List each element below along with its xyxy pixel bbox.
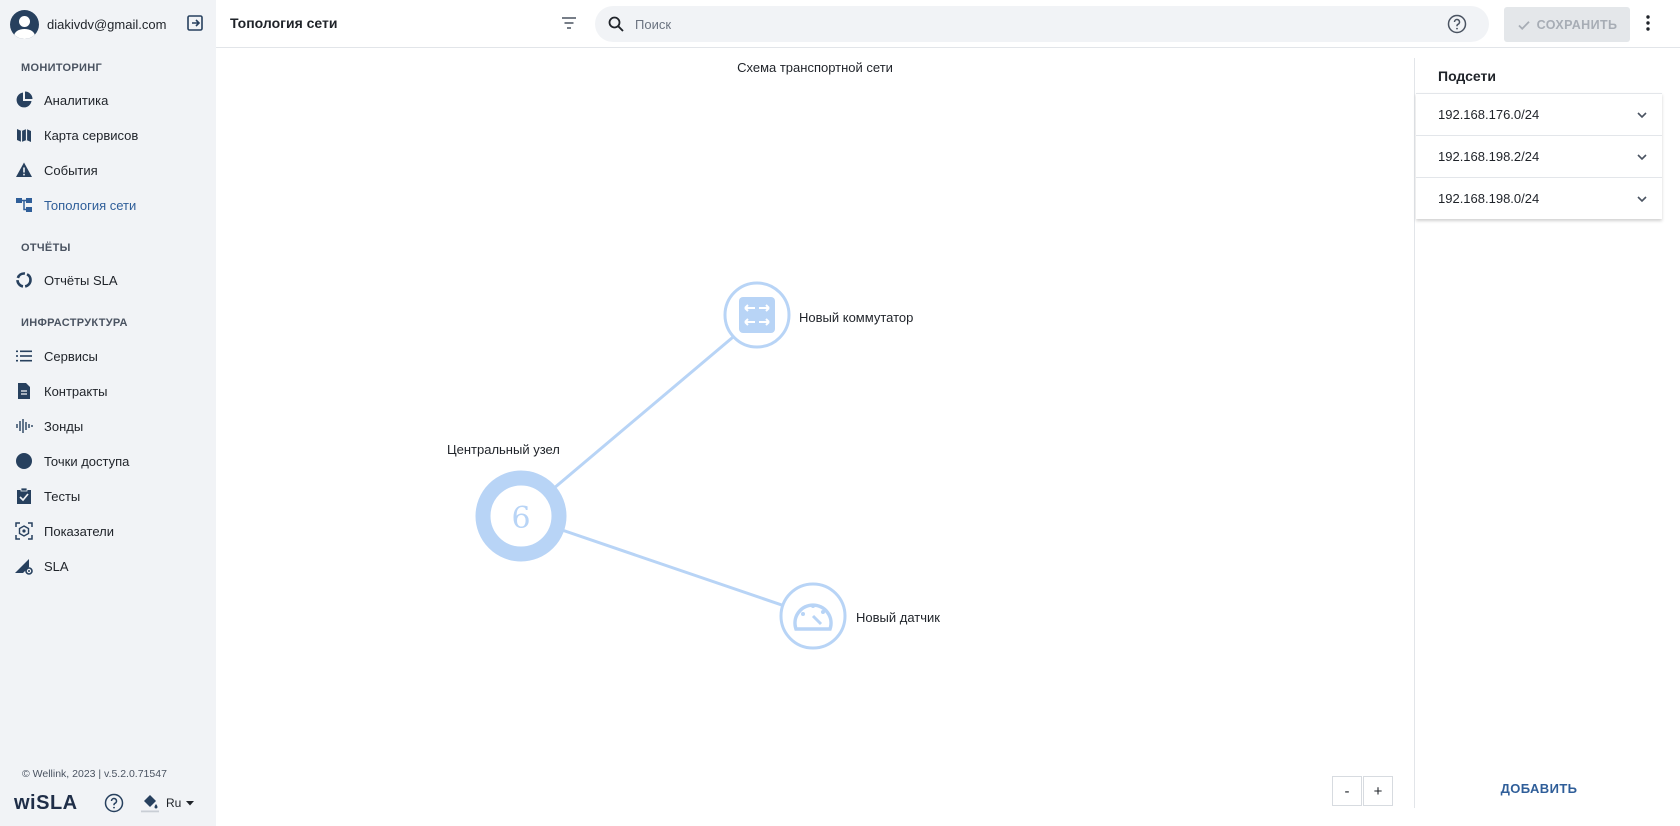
sidebar-item-sla-reports[interactable]: Отчёты SLA (14, 266, 209, 294)
subnet-label: 192.168.198.0/24 (1438, 191, 1540, 206)
section-title-reports: ОТЧЁТЫ (21, 242, 71, 254)
topology-icon (14, 195, 34, 215)
sidebar-item-service-map[interactable]: Карта сервисов (14, 121, 209, 149)
chevron-down-icon[interactable] (1636, 193, 1648, 205)
sidebar-item-contracts[interactable]: Контракты (14, 377, 209, 405)
sidebar-item-access-points[interactable]: Точки доступа (14, 447, 209, 475)
node-sensor[interactable] (779, 582, 847, 650)
edge-central-switch (520, 314, 759, 518)
list-icon (14, 346, 34, 366)
copyright-text: © Wellink, 2023 | v.5.2.0.71547 (22, 768, 167, 780)
language-label: Ru (166, 796, 182, 810)
search-bar (595, 6, 1489, 42)
map-icon (14, 125, 34, 145)
topology-canvas[interactable]: Схема транспортной сети 6 Центральный уз… (216, 48, 1414, 826)
warning-icon (14, 160, 34, 180)
chevron-down-icon[interactable] (1636, 151, 1648, 163)
panel-divider (1414, 58, 1415, 808)
sidebar-item-label: Показатели (44, 523, 114, 539)
sidebar-item-metrics[interactable]: Показатели (14, 517, 209, 545)
subnets-panel: Подсети 192.168.176.0/24 192.168.198.2/2… (1416, 48, 1662, 826)
more-vertical-icon[interactable] (1644, 14, 1652, 37)
search-icon (607, 15, 625, 38)
sidebar-item-label: SLA (44, 558, 69, 574)
avatar[interactable] (10, 9, 39, 39)
help-icon[interactable] (1447, 14, 1467, 39)
sidebar-item-events[interactable]: События (14, 156, 209, 184)
sidebar-item-analytics[interactable]: Аналитика (14, 86, 209, 114)
node-central-count: 6 (511, 501, 530, 536)
node-central[interactable]: 6 (475, 470, 567, 562)
sidebar-item-network-topology[interactable]: Топология сети (14, 191, 209, 219)
sidebar: diakivdv@gmail.com МОНИТОРИНГ Аналитика … (0, 0, 216, 826)
sidebar-item-label: Сервисы (44, 348, 98, 364)
help-icon[interactable] (104, 793, 124, 818)
caret-down-icon (186, 801, 195, 806)
sidebar-item-label: События (44, 162, 98, 178)
waveform-icon (14, 416, 34, 436)
edge-central-sensor (520, 514, 815, 618)
switch-icon (739, 297, 775, 333)
panel-title: Подсети (1438, 68, 1496, 84)
document-icon (14, 381, 34, 401)
filter-icon[interactable] (560, 14, 578, 37)
subnet-item[interactable]: 192.168.198.2/24 (1416, 135, 1662, 177)
subnet-label: 192.168.176.0/24 (1438, 107, 1540, 122)
sidebar-item-label: Контракты (44, 383, 108, 399)
search-input[interactable] (635, 6, 1415, 42)
sidebar-item-label: Карта сервисов (44, 127, 139, 143)
sidebar-item-services[interactable]: Сервисы (14, 342, 209, 370)
subnet-label: 192.168.198.2/24 (1438, 149, 1540, 164)
section-title-monitoring: МОНИТОРИНГ (21, 62, 102, 74)
metrics-icon (14, 521, 34, 541)
subnet-item[interactable]: 192.168.198.0/24 (1416, 177, 1662, 219)
zoom-in-button[interactable]: + (1363, 776, 1393, 806)
add-subnet-button[interactable]: ДОБАВИТЬ (1416, 781, 1662, 796)
save-button[interactable]: СОХРАНИТЬ (1504, 7, 1630, 42)
paint-bucket-icon[interactable] (140, 793, 160, 818)
sidebar-item-label: Отчёты SLA (44, 272, 118, 288)
sidebar-item-label: Тесты (44, 488, 81, 504)
section-title-infrastructure: ИНФРАСТРУКТУРА (21, 317, 128, 329)
node-switch-label: Новый коммутатор (799, 310, 914, 325)
sidebar-item-label: Аналитика (44, 92, 109, 108)
user-profile[interactable]: diakivdv@gmail.com (10, 9, 210, 39)
dot-icon (14, 451, 34, 471)
language-selector[interactable]: Ru (166, 796, 195, 810)
sidebar-item-probes[interactable]: Зонды (14, 412, 209, 440)
clipboard-check-icon (14, 486, 34, 506)
page-title: Топология сети (230, 15, 338, 31)
node-switch[interactable] (723, 281, 791, 349)
subnet-list: 192.168.176.0/24 192.168.198.2/24 192.16… (1416, 93, 1662, 219)
subnet-item[interactable]: 192.168.176.0/24 (1416, 93, 1662, 135)
sla-gear-icon (14, 556, 34, 576)
sidebar-item-sla[interactable]: SLA (14, 552, 209, 580)
pie-chart-icon (14, 90, 34, 110)
node-sensor-label: Новый датчик (856, 610, 940, 625)
logout-icon[interactable] (186, 14, 204, 32)
wisla-logo: wiSLA (14, 792, 78, 814)
topology-graph: 6 (475, 281, 847, 650)
report-circle-icon (14, 270, 34, 290)
sidebar-item-label: Точки доступа (44, 453, 130, 469)
sidebar-item-label: Зонды (44, 418, 84, 434)
user-email: diakivdv@gmail.com (47, 16, 167, 32)
sidebar-item-tests[interactable]: Тесты (14, 482, 209, 510)
save-button-label: СОХРАНИТЬ (1536, 17, 1618, 32)
node-central-label: Центральный узел (447, 442, 560, 457)
chevron-down-icon[interactable] (1636, 109, 1648, 121)
zoom-out-button[interactable]: - (1332, 776, 1362, 806)
check-icon (1517, 20, 1530, 30)
sidebar-item-label: Топология сети (44, 197, 137, 213)
top-bar: Топология сети СОХРАНИТЬ (216, 0, 1680, 48)
